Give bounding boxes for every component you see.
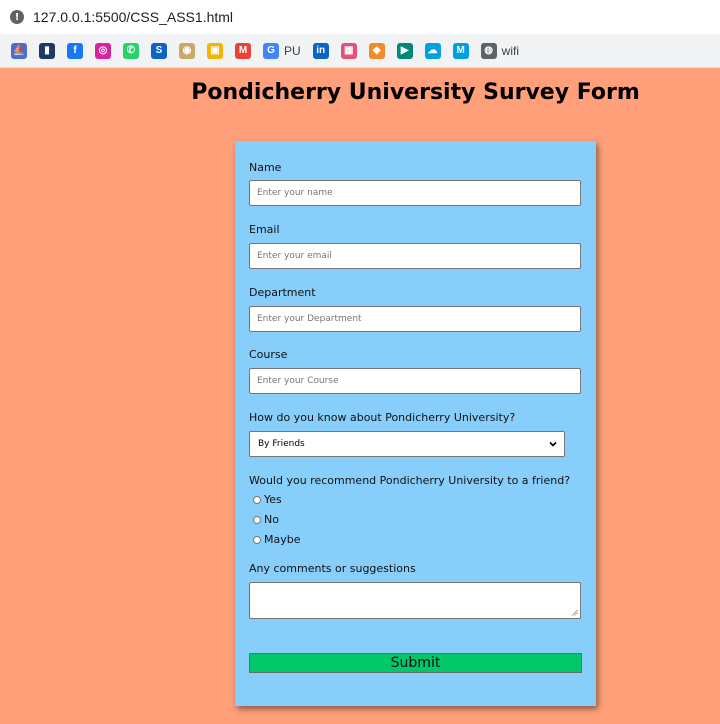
recommend-option-no[interactable]: No [253,513,279,526]
survey-form: Name Email Department Course How do you … [235,141,596,706]
site-info-icon[interactable]: ! [10,10,24,24]
page-title: Pondicherry University Survey Form [191,80,640,105]
globe-icon: ◍ [480,42,497,59]
radio-no[interactable] [253,515,261,524]
resize-grip-icon[interactable] [571,609,578,616]
bookmark-item[interactable]: S [151,41,167,61]
meet-icon: ▶ [396,42,413,59]
course-input[interactable] [249,368,581,394]
name-label: Name [249,161,282,174]
radio-maybe[interactable] [253,535,261,544]
bookmark-item[interactable]: ◆ [368,41,385,61]
salesforce-icon: ☁ [424,42,441,59]
bookmark-item[interactable]: ▶ [396,41,413,61]
google-icon: G [263,42,279,59]
bookmark-label: wifi [501,43,520,58]
name-input[interactable] [249,180,581,206]
email-input[interactable] [249,243,581,269]
bookmark-item[interactable]: ◉ [179,41,195,61]
facebook-icon: f [67,42,83,59]
department-input[interactable] [249,306,581,332]
comments-textarea[interactable] [249,582,581,619]
address-bar[interactable]: ! 127.0.0.1:5500/CSS_ASS1.html [0,0,720,34]
know-about-label: How do you know about Pondicherry Univer… [249,411,516,424]
bookmark-item[interactable]: in [312,41,329,61]
seal-icon: ◉ [179,42,195,59]
bookmark-item[interactable]: G PU [263,41,301,61]
s-icon: S [151,42,167,59]
radio-yes-label: Yes [264,493,282,506]
know-about-selected-value: By Friends [258,439,305,449]
whatsapp-icon: ✆ [123,42,139,59]
linkedin-icon: in [312,42,329,59]
bookmark-item[interactable]: ▮ [39,41,55,61]
url-text[interactable]: 127.0.0.1:5500/CSS_ASS1.html [33,9,233,25]
bookmark-icon: ▮ [39,42,55,59]
bookmark-label: PU [284,43,301,58]
chevron-down-icon [549,441,557,447]
bookmark-item[interactable]: ⛵ [11,41,27,61]
instagram-icon: ◎ [95,42,111,59]
submit-button[interactable]: Submit [249,653,582,673]
bookmark-item[interactable]: ☁ [424,41,441,61]
department-label: Department [249,286,316,299]
email-label: Email [249,223,280,236]
grid-icon: ▦ [340,42,357,59]
bookmark-item[interactable]: ◍ wifi [480,41,520,61]
radio-maybe-label: Maybe [264,533,301,546]
recommend-option-yes[interactable]: Yes [253,493,282,506]
recommend-option-maybe[interactable]: Maybe [253,533,301,546]
bookmark-item[interactable]: ✆ [123,41,139,61]
mulesoft-icon: M [452,42,469,59]
bookmark-item[interactable]: M [235,41,251,61]
gmail-icon: M [235,42,251,59]
comments-label: Any comments or suggestions [249,562,416,575]
recommend-label: Would you recommend Pondicherry Universi… [249,474,571,487]
course-label: Course [249,348,288,361]
bookmark-item[interactable]: M [452,41,469,61]
bookmark-item[interactable]: ▦ [340,41,357,61]
bookmark-item[interactable]: ▣ [207,41,223,61]
bookmarks-bar: ⛵ ▮ f ◎ ✆ S ◉ ▣ M G PU in ▦ ◆ ▶ ☁ M ◍ wifi [0,34,720,68]
radio-yes[interactable] [253,495,261,504]
bookmark-item[interactable]: ◎ [95,41,111,61]
cube-icon: ◆ [368,42,385,59]
know-about-select[interactable]: By Friends [249,431,565,457]
sailboat-icon: ⛵ [11,42,27,59]
radio-no-label: No [264,513,279,526]
contacts-icon: ▣ [207,42,223,59]
bookmark-item[interactable]: f [67,41,83,61]
